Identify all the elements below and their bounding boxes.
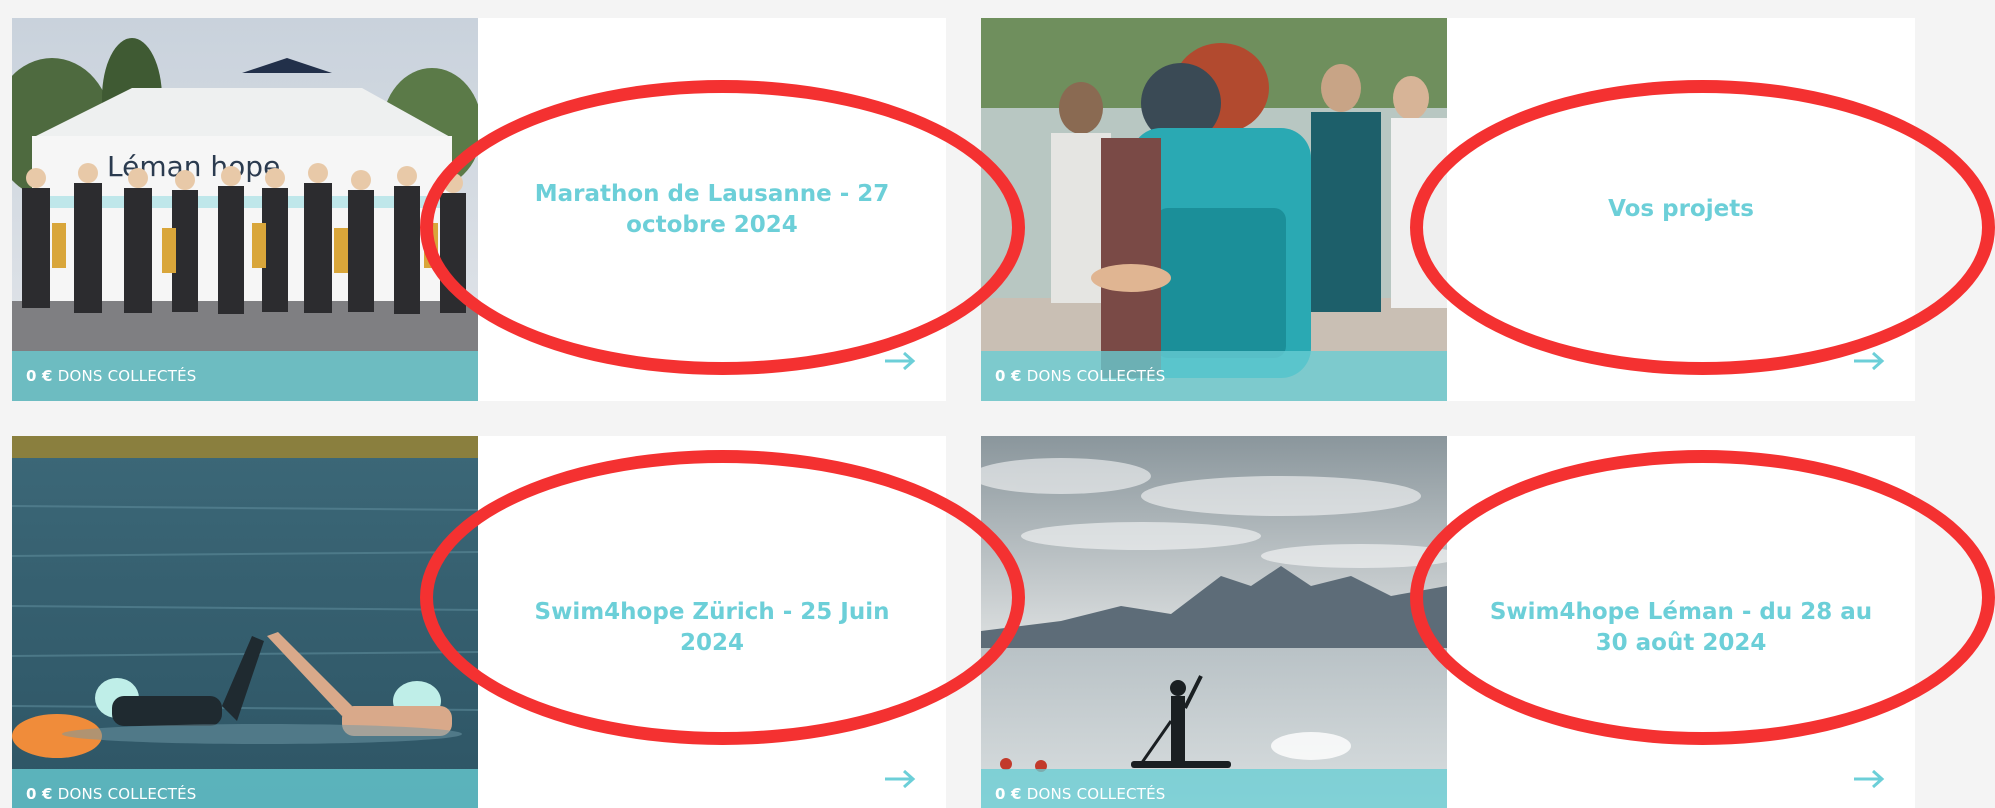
campaign-card-marathon-lausanne[interactable]: Léman hope 0 € DONS COLLECTÉS Marathon d… [12,18,946,401]
donations-label: DONS COLLECTÉS [57,785,197,803]
campaign-card-vos-projets[interactable]: 0 € DONS COLLECTÉS Vos projets [981,18,1915,401]
donations-collected-bar: 0 € DONS COLLECTÉS [981,769,1447,808]
donations-amount: 0 € [995,785,1022,803]
arrow-right-icon[interactable] [884,769,916,789]
campaign-title[interactable]: Swim4hope Léman - du 28 au 30 août 2024 [1447,436,1915,808]
campaign-title[interactable]: Marathon de Lausanne - 27 octobre 2024 [478,18,946,401]
campaign-card-swim4hope-leman[interactable]: 0 € DONS COLLECTÉS Swim4hope Léman - du … [981,436,1915,808]
donations-collected-bar: 0 € DONS COLLECTÉS [12,351,478,401]
arrow-right-icon[interactable] [1853,351,1885,371]
campaign-photo-team-tent: Léman hope 0 € DONS COLLECTÉS [12,18,478,401]
campaign-card-swim4hope-zurich[interactable]: 0 € DONS COLLECTÉS Swim4hope Zürich - 25… [12,436,946,808]
donations-label: DONS COLLECTÉS [57,367,197,385]
campaign-photo-hug: 0 € DONS COLLECTÉS [981,18,1447,401]
campaign-photo-swimmers: 0 € DONS COLLECTÉS [12,436,478,808]
arrow-right-icon[interactable] [884,351,916,371]
arrow-right-icon[interactable] [1853,769,1885,789]
donations-amount: 0 € [26,785,53,803]
donations-amount: 0 € [26,367,53,385]
donations-amount: 0 € [995,367,1022,385]
donations-label: DONS COLLECTÉS [1026,785,1166,803]
donations-collected-bar: 0 € DONS COLLECTÉS [981,351,1447,401]
campaign-grid: Léman hope 0 € DONS COLLECTÉS Marathon d… [0,0,1995,808]
campaign-title[interactable]: Swim4hope Zürich - 25 Juin 2024 [478,436,946,808]
campaign-title[interactable]: Vos projets [1447,18,1915,401]
donations-label: DONS COLLECTÉS [1026,367,1166,385]
donations-collected-bar: 0 € DONS COLLECTÉS [12,769,478,808]
campaign-photo-paddleboard: 0 € DONS COLLECTÉS [981,436,1447,808]
